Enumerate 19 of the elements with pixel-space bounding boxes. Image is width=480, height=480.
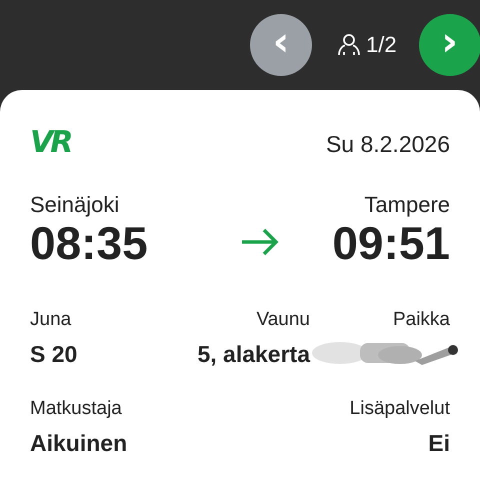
field-value: 5, alakerta (197, 340, 310, 368)
field-label: Paikka (392, 308, 450, 331)
field-label: Matkustaja (30, 398, 123, 420)
arrival-station: Tampere (363, 192, 450, 218)
field-value: Aikuinen (30, 430, 128, 457)
field-value: S 20 (30, 340, 78, 368)
vr-logo: VR (30, 128, 70, 158)
departure-station: Seinäjoki (30, 192, 120, 218)
departure-time: 08:35 (30, 218, 148, 269)
arrow-icon (240, 226, 280, 257)
passenger-counter: 1/2 (366, 32, 397, 58)
field-label: Vaunu (256, 308, 310, 331)
field-value: Ei (428, 430, 450, 457)
travel-date: Su 8.2.2026 (326, 131, 450, 158)
arrival-time: 09:51 (332, 218, 450, 269)
person-icon (337, 33, 361, 57)
field-label: Lisäpalvelut (350, 398, 450, 420)
next-button[interactable]: › (418, 14, 480, 76)
field-label: Juna (30, 308, 72, 331)
